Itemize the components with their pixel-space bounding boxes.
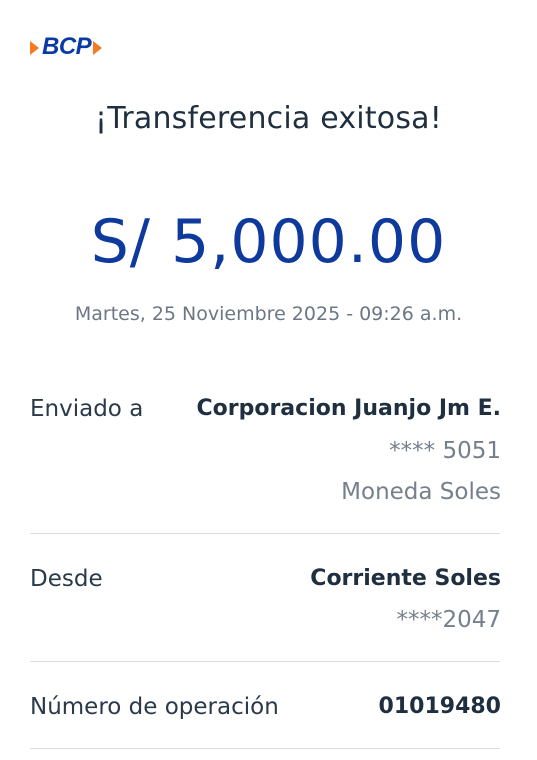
transfer-datetime: Martes, 25 Noviembre 2025 - 09:26 a.m. [74, 303, 463, 325]
operation-number-label: Número de operación [30, 694, 279, 720]
divider [30, 748, 500, 749]
recipient-name: Corporacion Juanjo Jm E. [196, 396, 501, 421]
transfer-amount: S/ 5,000.00 [90, 207, 447, 277]
logo-text: BCP [42, 33, 92, 60]
operation-number: 01019480 [378, 694, 501, 719]
recipient-currency: Moneda Soles [341, 479, 501, 505]
divider [30, 661, 500, 662]
sent-to-label: Enviado a [30, 396, 144, 422]
from-label: Desde [30, 566, 103, 592]
divider [30, 533, 500, 534]
bcp-logo: BCP [30, 33, 103, 61]
chevron-right-icon [93, 40, 103, 55]
recipient-account: **** 5051 [389, 438, 501, 464]
chevron-right-icon [30, 40, 39, 55]
page-title: ¡Transferencia exitosa! [95, 101, 442, 136]
from-account-type: Corriente Soles [310, 566, 501, 591]
from-account-number: ****2047 [396, 607, 501, 633]
